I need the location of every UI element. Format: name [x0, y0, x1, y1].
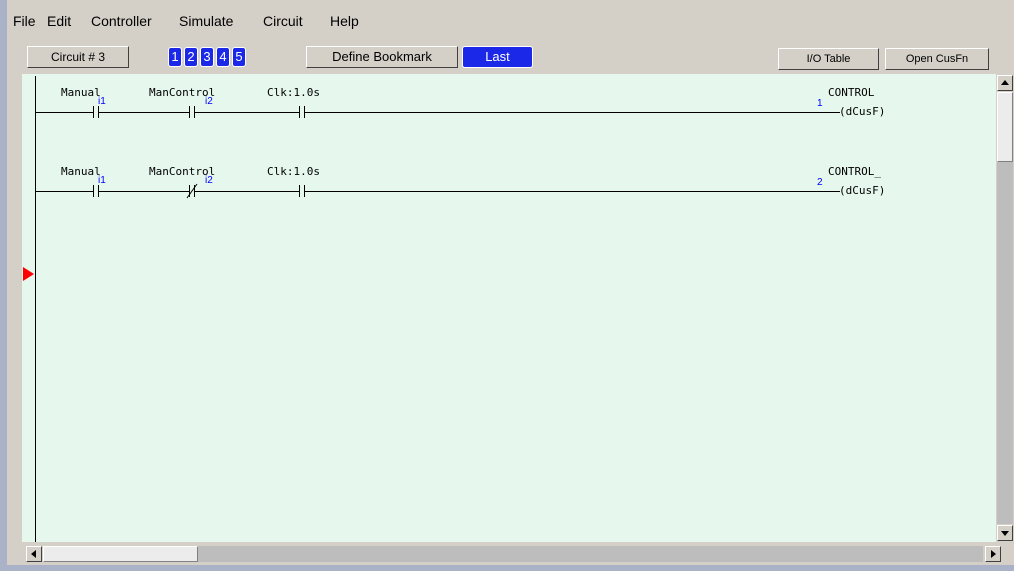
- arrow-down-icon: [1001, 531, 1009, 536]
- horizontal-scroll-thumb[interactable]: [43, 546, 198, 562]
- horizontal-scroll-track[interactable]: [198, 546, 983, 562]
- ladder-editor-window: File Edit Controller Simulate Circuit He…: [0, 0, 1014, 571]
- window-bottom-border: [0, 565, 1014, 571]
- open-cusfn-button[interactable]: Open CusFn: [885, 48, 989, 70]
- bookmark-2-button[interactable]: 2: [184, 47, 198, 67]
- vertical-scroll-track[interactable]: [997, 162, 1013, 524]
- rung-1-contact-2-no-icon[interactable]: [189, 106, 190, 118]
- rung-1-contact-2-address: i2: [205, 96, 213, 107]
- horizontal-scrollbar[interactable]: [22, 544, 1006, 563]
- menu-help[interactable]: Help: [330, 13, 359, 29]
- rung-1-coil[interactable]: (dCusF): [839, 105, 885, 118]
- scroll-right-button[interactable]: [985, 546, 1001, 562]
- left-power-rail: [35, 76, 36, 542]
- rung-2-coil[interactable]: (dCusF): [839, 184, 885, 197]
- rung-1-coil-name: CONTROL: [828, 86, 875, 99]
- rung-2-contact-1-address: i1: [98, 175, 106, 186]
- io-table-button[interactable]: I/O Table: [778, 48, 879, 70]
- menu-controller[interactable]: Controller: [91, 13, 152, 29]
- ladder-canvas[interactable]: Manual ManControl Clk:1.0s i1 i2 1 CONTR…: [22, 74, 996, 542]
- vertical-scrollbar[interactable]: [996, 74, 1014, 542]
- rung-2-contact-2-address: i2: [205, 175, 213, 186]
- rung-1-contact-1-no-icon[interactable]: [93, 106, 94, 118]
- define-bookmark-button[interactable]: Define Bookmark: [306, 46, 458, 68]
- rung-2-contact-3-no-icon[interactable]: [299, 185, 300, 197]
- rung-cursor-icon: [23, 267, 34, 281]
- menu-circuit[interactable]: Circuit: [263, 13, 303, 29]
- last-bookmark-button[interactable]: Last: [462, 46, 533, 68]
- menu-edit[interactable]: Edit: [47, 13, 71, 29]
- rung-2-contact-1-no-icon[interactable]: [93, 185, 94, 197]
- arrow-right-icon: [991, 550, 996, 558]
- rung-2-contact-1-label: Manual: [61, 165, 101, 178]
- bookmark-3-button[interactable]: 3: [200, 47, 214, 67]
- scroll-up-button[interactable]: [997, 75, 1013, 91]
- rung-2-coil-name: CONTROL_: [828, 165, 881, 178]
- rung-1-contact-3-no-icon[interactable]: [299, 106, 300, 118]
- rung-1-contact-1-label: Manual: [61, 86, 101, 99]
- rung-2-number: 2: [817, 177, 823, 188]
- circuit-number-button[interactable]: Circuit # 3: [27, 46, 129, 68]
- rung-1-contact-1-address: i1: [98, 96, 106, 107]
- rung-1-contact-3-label: Clk:1.0s: [267, 86, 320, 99]
- arrow-left-icon: [31, 550, 36, 558]
- arrow-up-icon: [1001, 80, 1009, 85]
- bookmark-5-button[interactable]: 5: [232, 47, 246, 67]
- scroll-left-button[interactable]: [26, 546, 42, 562]
- scroll-down-button[interactable]: [997, 525, 1013, 541]
- rung-1-number: 1: [817, 98, 823, 109]
- toolbar: Circuit # 3 1 2 3 4 5 Define Bookmark La…: [7, 38, 1014, 74]
- menu-bar: File Edit Controller Simulate Circuit He…: [7, 0, 1014, 38]
- menu-simulate[interactable]: Simulate: [179, 13, 233, 29]
- menu-file[interactable]: File: [13, 13, 36, 29]
- bookmark-4-button[interactable]: 4: [216, 47, 230, 67]
- vertical-scroll-thumb[interactable]: [997, 92, 1013, 162]
- rung-2-contact-3-label: Clk:1.0s: [267, 165, 320, 178]
- window-left-border: [0, 0, 7, 571]
- bookmark-1-button[interactable]: 1: [168, 47, 182, 67]
